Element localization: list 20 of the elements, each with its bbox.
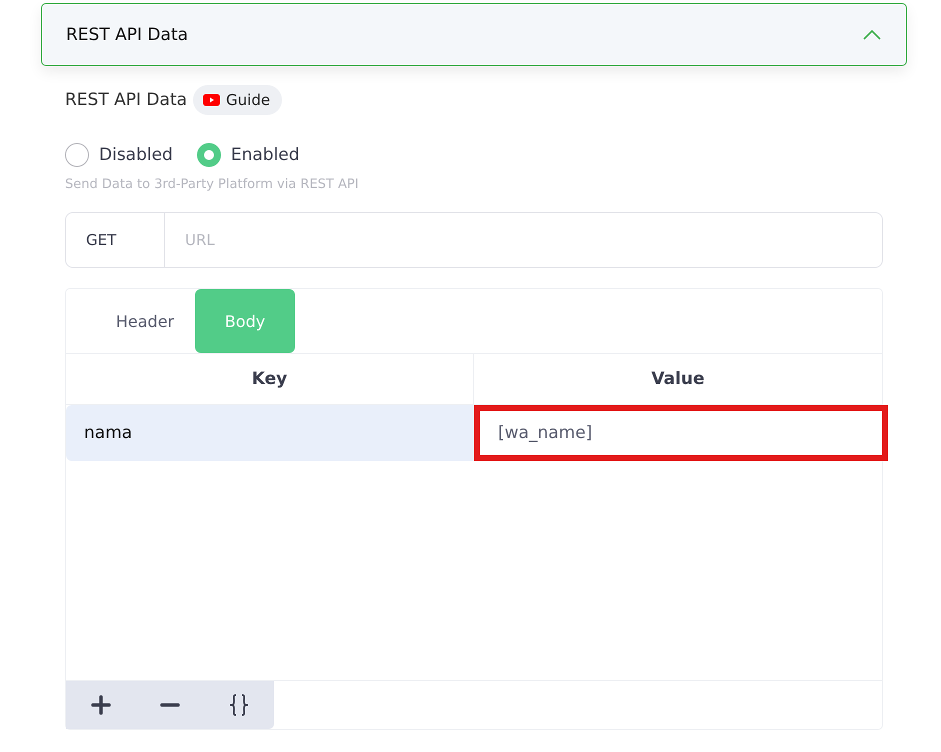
radio-label: Enabled	[230, 145, 300, 165]
braces-icon	[228, 693, 250, 717]
radio-button[interactable]	[196, 143, 221, 167]
plus-icon	[90, 695, 111, 715]
guide-link[interactable]: Guide	[193, 85, 282, 115]
url-field[interactable]: URL	[165, 212, 883, 268]
method-select[interactable]: GET	[65, 212, 165, 268]
radio-option[interactable]: Disabled	[65, 143, 173, 167]
radio-button[interactable]	[65, 143, 89, 167]
video-play-icon	[203, 94, 220, 106]
section-title: REST API Data	[65, 90, 188, 110]
key-cell: nama	[66, 405, 474, 461]
radio-option[interactable]: Enabled	[196, 143, 300, 167]
value-field[interactable]: [wa_name]	[474, 405, 888, 461]
minus-icon	[160, 703, 180, 707]
helper-text: Send Data to 3rd-Party Platform via REST API	[65, 177, 360, 192]
accordion-title: REST API Data	[66, 24, 188, 44]
tab[interactable]: Header	[95, 289, 195, 353]
radio-label: Disabled	[99, 145, 173, 165]
accordion-header[interactable]: REST API Data	[41, 3, 907, 66]
